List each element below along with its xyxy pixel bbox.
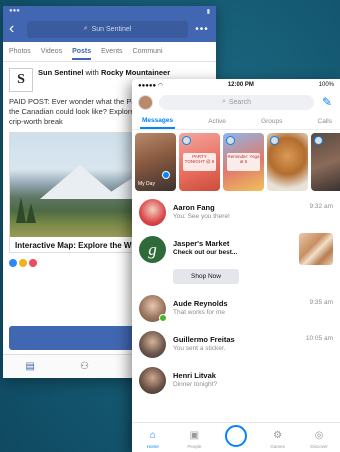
ms-header: ⌕ Search ✎ bbox=[132, 91, 340, 113]
message-time: 9:32 am bbox=[309, 203, 334, 210]
nav-label: People bbox=[187, 444, 202, 449]
love-reaction-icon bbox=[29, 259, 37, 268]
profile-avatar[interactable] bbox=[138, 94, 153, 110]
online-status-icon bbox=[159, 313, 167, 322]
nav-home[interactable]: ⌂ Home bbox=[138, 430, 168, 450]
message-preview: That works for me bbox=[173, 308, 226, 316]
contact-name: Henri Litvak bbox=[173, 370, 216, 380]
ms-status-bar: ●●●●● ◠ 12:00 PM 100% bbox=[132, 79, 340, 91]
signal-icon: ●●●●● ◠ bbox=[138, 82, 164, 89]
back-arrow-icon[interactable]: ‹ bbox=[9, 21, 21, 37]
nav-label: Home bbox=[146, 444, 159, 449]
story-avatar bbox=[182, 136, 191, 145]
story-my-day[interactable]: My Day bbox=[135, 133, 176, 191]
tab-active[interactable]: Active bbox=[206, 113, 228, 129]
sponsored-message-row[interactable]: g Jasper's Market Check out our best... … bbox=[132, 230, 340, 290]
discover-icon: ◎ bbox=[314, 430, 324, 441]
conversation-row[interactable]: Aaron Fang You: See you there! 9:32 am bbox=[132, 194, 340, 230]
fb-page-tabs: Photos Videos Posts Events Communi bbox=[3, 42, 216, 62]
home-icon: ⌂ bbox=[149, 430, 156, 441]
conversation-row[interactable]: Henri Litvak Dinner tonight? bbox=[132, 362, 340, 398]
search-icon: ⌕ bbox=[221, 98, 226, 105]
story-label: My Day bbox=[138, 180, 155, 187]
search-icon: ⌕ bbox=[83, 25, 88, 32]
shop-now-button[interactable]: Shop Now bbox=[173, 269, 239, 284]
avatar bbox=[139, 198, 166, 226]
tab-groups[interactable]: Groups bbox=[259, 113, 284, 129]
games-icon: ⚙ bbox=[273, 430, 283, 441]
sun-sentinel-logo[interactable]: S bbox=[9, 68, 33, 92]
tab-community[interactable]: Communi bbox=[133, 48, 163, 55]
message-preview: You: See you there! bbox=[173, 212, 230, 220]
tab-calls[interactable]: Calls bbox=[316, 113, 334, 129]
nav-discover[interactable]: ◎ Discover bbox=[304, 430, 334, 450]
nav-camera[interactable] bbox=[221, 425, 251, 449]
ms-search-placeholder: Search bbox=[228, 98, 252, 106]
fb-status-bar: ●●● ▮ bbox=[3, 6, 216, 16]
story-avatar bbox=[270, 136, 279, 145]
conversation-list: Aaron Fang You: See you there! 9:32 am g… bbox=[132, 194, 340, 398]
contact-name: Guillermo Freitas bbox=[173, 334, 235, 344]
tab-videos[interactable]: Videos bbox=[41, 48, 62, 55]
compose-icon[interactable]: ✎ bbox=[320, 95, 334, 109]
like-reaction-icon bbox=[9, 259, 17, 268]
fb-search-label: Sun Sentinel bbox=[91, 25, 132, 33]
tab-posts[interactable]: Posts bbox=[72, 43, 92, 60]
more-icon[interactable]: ••• bbox=[194, 24, 210, 35]
conversation-row[interactable]: Guillermo Freitas You sent a sticker. 10… bbox=[132, 326, 340, 362]
ms-search-bar[interactable]: ⌕ Search bbox=[159, 94, 314, 110]
stories-row: My Day PARTY TONIGHT @ 8 Reminder: Yoga … bbox=[132, 130, 340, 194]
fb-with-name[interactable]: Rocky Mountaineer bbox=[101, 68, 170, 77]
people-icon: ▣ bbox=[189, 430, 200, 441]
message-preview: You sent a sticker. bbox=[173, 344, 226, 352]
contact-name: Aaron Fang bbox=[173, 202, 215, 212]
nav-label: Discover bbox=[310, 444, 328, 449]
story-avatar bbox=[314, 136, 323, 145]
story-item[interactable]: PARTY TONIGHT @ 8 bbox=[179, 133, 220, 191]
message-preview: Dinner tonight? bbox=[173, 380, 218, 388]
wow-reaction-icon bbox=[19, 259, 27, 268]
avatar bbox=[139, 294, 167, 322]
story-item[interactable]: Reminder: Yoga at 5 bbox=[223, 133, 264, 191]
message-preview: Check out our best... bbox=[173, 248, 238, 256]
tab-events[interactable]: Events bbox=[101, 48, 122, 55]
status-time: 12:00 PM bbox=[227, 82, 254, 88]
story-item[interactable] bbox=[311, 133, 340, 191]
add-story-icon bbox=[162, 171, 170, 179]
fb-header: ‹ ⌕ Sun Sentinel ••• bbox=[3, 16, 216, 42]
story-item[interactable] bbox=[267, 133, 308, 191]
story-text: PARTY TONIGHT @ 8 bbox=[183, 153, 216, 171]
message-time: 10:05 am bbox=[305, 335, 333, 342]
battery-label: 100% bbox=[318, 82, 334, 88]
avatar bbox=[139, 366, 166, 394]
friends-icon[interactable]: ⚇ bbox=[80, 361, 89, 372]
conversation-row[interactable]: Aude Reynolds That works for me 9:35 am bbox=[132, 290, 340, 326]
story-text: Reminder: Yoga at 5 bbox=[227, 153, 260, 171]
contact-name: Aude Reynolds bbox=[173, 298, 228, 308]
tab-messages[interactable]: Messages bbox=[140, 113, 176, 129]
nav-label: Games bbox=[270, 444, 285, 449]
jaspers-market-logo: g bbox=[139, 236, 166, 263]
fb-with-text: with bbox=[85, 68, 99, 77]
messenger-phone: ●●●●● ◠ 12:00 PM 100% ⌕ Search ✎ Message… bbox=[132, 79, 340, 452]
product-thumbnail[interactable] bbox=[299, 233, 333, 265]
avatar bbox=[139, 330, 166, 358]
contact-name: Jasper's Market bbox=[173, 239, 230, 248]
ms-tabs: Messages Active Groups Calls bbox=[132, 113, 340, 130]
fb-search-bar[interactable]: ⌕ Sun Sentinel bbox=[27, 20, 188, 38]
story-avatar bbox=[226, 136, 235, 145]
ms-bottom-nav: ⌂ Home ▣ People ⚙ Games ◎ Discover bbox=[132, 422, 340, 452]
tab-photos[interactable]: Photos bbox=[9, 48, 31, 55]
news-feed-icon[interactable]: ▤ bbox=[26, 361, 35, 372]
nav-games[interactable]: ⚙ Games bbox=[263, 430, 293, 450]
camera-button-icon bbox=[224, 425, 247, 447]
message-time: 9:35 am bbox=[309, 299, 334, 306]
nav-people[interactable]: ▣ People bbox=[179, 430, 209, 450]
fb-page-name[interactable]: Sun Sentinel bbox=[38, 68, 83, 77]
